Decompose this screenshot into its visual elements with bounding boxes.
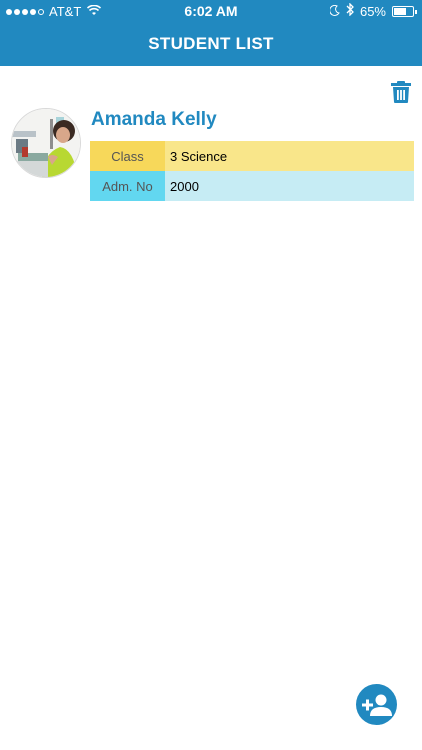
class-row: Class 3 Science	[90, 141, 414, 171]
app-header: AT&T 6:02 AM 65% STUDENT LIST	[0, 0, 422, 66]
add-person-icon	[361, 694, 392, 716]
delete-student-button[interactable]	[391, 81, 411, 103]
battery-icon	[392, 5, 417, 17]
class-value: 3 Science	[165, 141, 414, 171]
bluetooth-icon	[346, 2, 354, 19]
admission-number-row: Adm. No 2000	[90, 171, 414, 201]
class-label: Class	[90, 141, 165, 171]
status-bar: AT&T 6:02 AM 65%	[0, 0, 422, 24]
add-student-button[interactable]	[356, 684, 397, 725]
page-title: STUDENT LIST	[148, 34, 274, 53]
admission-number-label: Adm. No	[90, 171, 165, 201]
battery-percentage: 65%	[359, 3, 386, 19]
status-right-group: 65%	[329, 2, 417, 19]
student-info-table: Class 3 Science Adm. No 2000	[90, 141, 414, 201]
student-avatar[interactable]	[11, 108, 81, 178]
admission-number-value: 2000	[165, 171, 414, 201]
student-name[interactable]: Amanda Kelly	[91, 109, 217, 131]
trash-icon	[391, 81, 411, 103]
moon-icon	[329, 4, 340, 19]
